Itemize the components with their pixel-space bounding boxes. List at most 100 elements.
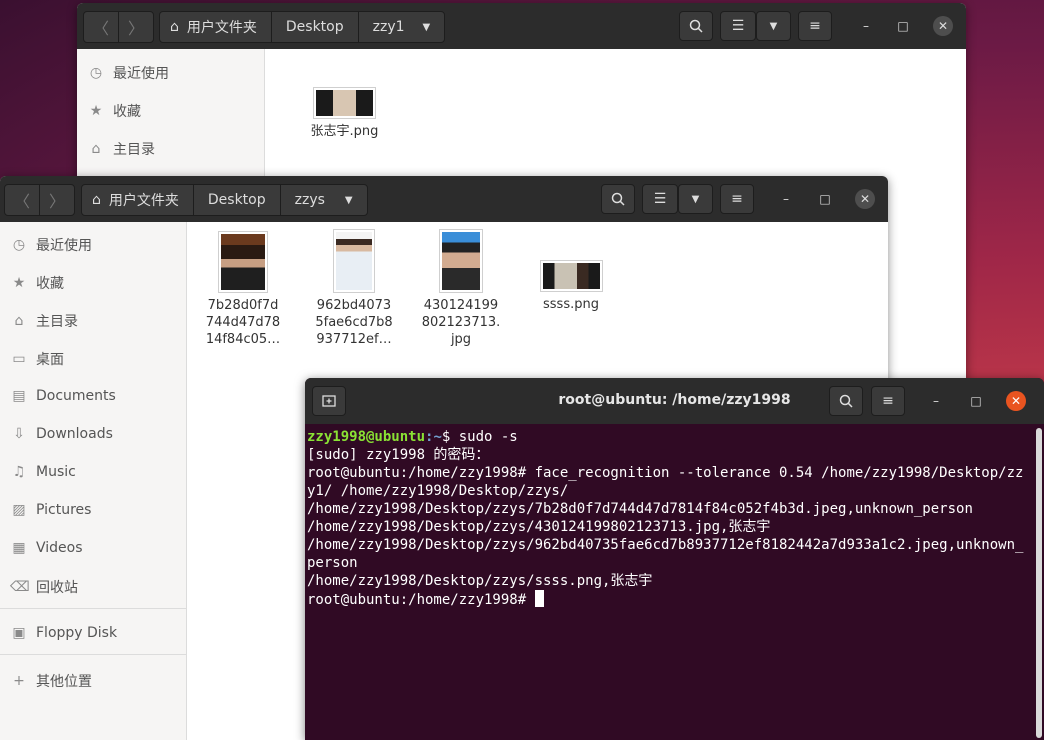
path-desktop[interactable]: Desktop <box>270 12 358 42</box>
home-icon: ⌂ <box>170 19 179 35</box>
sidebar-item-pictures[interactable]: ▨ Pictures <box>10 498 91 522</box>
sidebar-item-recent[interactable]: ◷ 最近使用 <box>87 61 169 85</box>
sidebar-item-videos[interactable]: ▦ Videos <box>10 536 82 560</box>
file-name: 张志宇.png <box>310 124 379 139</box>
sidebar-item-starred[interactable]: ★ 收藏 <box>10 271 64 295</box>
path-desktop[interactable]: Desktop <box>192 185 280 215</box>
sidebar-item-music[interactable]: ♫ Music <box>10 460 76 484</box>
download-icon: ⇩ <box>13 426 25 442</box>
output-line: /home/zzy1998/Desktop/zzys/ssss.png,张志宇 <box>307 573 653 589</box>
floppy-icon: ▣ <box>12 625 26 641</box>
videos-icon: ▦ <box>12 540 26 556</box>
close-button[interactable]: ✕ <box>1006 391 1026 411</box>
view-options-button[interactable]: ▼ <box>678 184 713 214</box>
clock-icon: ◷ <box>89 65 103 81</box>
path-home[interactable]: ⌂ 用户文件夹 <box>82 185 193 215</box>
home-icon: ⌂ <box>91 141 101 157</box>
nav-buttons: 〈 〉 <box>83 11 154 43</box>
sidebar-item-recent[interactable]: ◷ 最近使用 <box>10 233 92 257</box>
maximize-button[interactable]: □ <box>966 391 986 411</box>
file-item[interactable]: 962bd4073 5fae6cd7b8 937712ef… <box>311 229 397 348</box>
terminal-window: root@ubuntu: /home/zzy1998 ≡ – □ ✕ zzy19… <box>305 378 1044 740</box>
path-current[interactable]: zzy1 ▼ <box>357 12 445 42</box>
output-line: root@ubuntu:/home/zzy1998# face_recognit… <box>307 465 1024 499</box>
image-thumbnail <box>333 229 375 293</box>
search-button[interactable] <box>601 184 635 214</box>
sidebar-item-trash[interactable]: ⌫ 回收站 <box>10 575 78 599</box>
search-icon <box>611 192 625 206</box>
file-item[interactable]: 7b28d0f7d 744d47d78 14f84c05… <box>200 231 286 348</box>
sidebar-item-home[interactable]: ⌂ 主目录 <box>10 309 78 333</box>
final-prompt: root@ubuntu:/home/zzy1998# <box>307 592 535 608</box>
chevron-down-icon: ▼ <box>422 21 431 33</box>
search-icon <box>689 19 703 33</box>
minimize-button[interactable]: – <box>856 16 876 36</box>
view-list-button[interactable]: ☰ <box>720 11 756 41</box>
file-item[interactable]: ssss.png <box>528 260 614 313</box>
sidebar-item-home[interactable]: ⌂ 主目录 <box>87 137 155 161</box>
forward-button[interactable]: 〉 <box>118 12 153 42</box>
sidebar-item-starred[interactable]: ★ 收藏 <box>87 99 141 123</box>
sidebar-divider <box>0 608 186 609</box>
menu-button[interactable]: ≡ <box>871 386 905 416</box>
path-current[interactable]: zzys ▼ <box>279 185 367 215</box>
chevron-down-icon: ▼ <box>769 20 778 32</box>
minimize-button[interactable]: – <box>776 189 796 209</box>
breadcrumb: ⌂ 用户文件夹 Desktop zzys ▼ <box>81 184 368 216</box>
back-button[interactable]: 〈 <box>84 12 118 42</box>
image-thumbnail <box>439 229 483 293</box>
music-icon: ♫ <box>12 464 26 480</box>
back-button[interactable]: 〈 <box>5 185 39 215</box>
menu-button[interactable]: ≡ <box>798 11 832 41</box>
terminal-output[interactable]: zzy1998@ubuntu:~$ sudo -s [sudo] zzy1998… <box>307 428 1030 609</box>
close-button[interactable]: ✕ <box>855 189 875 209</box>
prompt-user: zzy1998@ubuntu <box>307 429 426 445</box>
star-icon: ★ <box>89 103 103 119</box>
scrollbar[interactable] <box>1036 428 1042 738</box>
chevron-down-icon: ▼ <box>691 193 700 205</box>
menu-button[interactable]: ≡ <box>720 184 754 214</box>
titlebar: root@ubuntu: /home/zzy1998 ≡ – □ ✕ <box>305 378 1044 424</box>
home-icon: ⌂ <box>92 192 101 208</box>
document-icon: ▤ <box>12 388 26 404</box>
image-thumbnail <box>218 231 268 293</box>
view-options-button[interactable]: ▼ <box>756 11 791 41</box>
minimize-button[interactable]: – <box>926 391 946 411</box>
view-list-button[interactable]: ☰ <box>642 184 678 214</box>
star-icon: ★ <box>12 275 26 291</box>
output-line: [sudo] zzy1998 的密码： <box>307 447 490 463</box>
output-line: /home/zzy1998/Desktop/zzys/7b28d0f7d744d… <box>307 501 973 517</box>
maximize-button[interactable]: □ <box>815 189 835 209</box>
image-thumbnail <box>539 260 603 292</box>
sidebar-divider <box>0 654 186 655</box>
text-cursor <box>534 590 544 607</box>
close-button[interactable]: ✕ <box>933 16 953 36</box>
forward-button[interactable]: 〉 <box>39 185 74 215</box>
hamburger-icon: ≡ <box>731 191 743 207</box>
clock-icon: ◷ <box>12 237 26 253</box>
desktop-icon: ▭ <box>12 351 26 367</box>
hamburger-icon: ≡ <box>882 393 894 409</box>
breadcrumb: ⌂ 用户文件夹 Desktop zzy1 ▼ <box>159 11 446 43</box>
output-line: /home/zzy1998/Desktop/zzys/962bd40735fae… <box>307 537 1024 571</box>
file-item[interactable]: 430124199 802123713. jpg <box>418 229 504 348</box>
plus-icon: + <box>13 673 25 689</box>
sidebar-item-floppy[interactable]: ▣ Floppy Disk <box>10 621 117 645</box>
prompt-path: :~ <box>425 429 442 445</box>
sidebar: ◷ 最近使用 ★ 收藏 ⌂ 主目录 ▭ 桌面 ▤ Documents ⇩ Downloads… <box>0 222 187 740</box>
search-icon <box>839 394 853 408</box>
sidebar-item-other-locations[interactable]: + 其他位置 <box>10 669 92 693</box>
search-button[interactable] <box>679 11 713 41</box>
titlebar: 〈 〉 ⌂ 用户文件夹 Desktop zzy1 ▼ ☰ ▼ ≡ – □ ✕ <box>77 3 966 49</box>
titlebar: 〈 〉 ⌂ 用户文件夹 Desktop zzys ▼ ☰ ▼ ≡ – □ ✕ <box>0 176 888 222</box>
nav-buttons: 〈 〉 <box>4 184 75 216</box>
sidebar-item-desktop[interactable]: ▭ 桌面 <box>10 347 64 371</box>
path-home[interactable]: ⌂ 用户文件夹 <box>160 12 271 42</box>
image-thumbnail <box>313 87 376 119</box>
file-item[interactable]: 张志宇.png <box>302 87 387 140</box>
sidebar-item-documents[interactable]: ▤ Documents <box>10 384 115 408</box>
command-line: $ sudo -s <box>441 429 518 445</box>
sidebar-item-downloads[interactable]: ⇩ Downloads <box>10 422 113 446</box>
search-button[interactable] <box>829 386 863 416</box>
maximize-button[interactable]: □ <box>893 16 913 36</box>
